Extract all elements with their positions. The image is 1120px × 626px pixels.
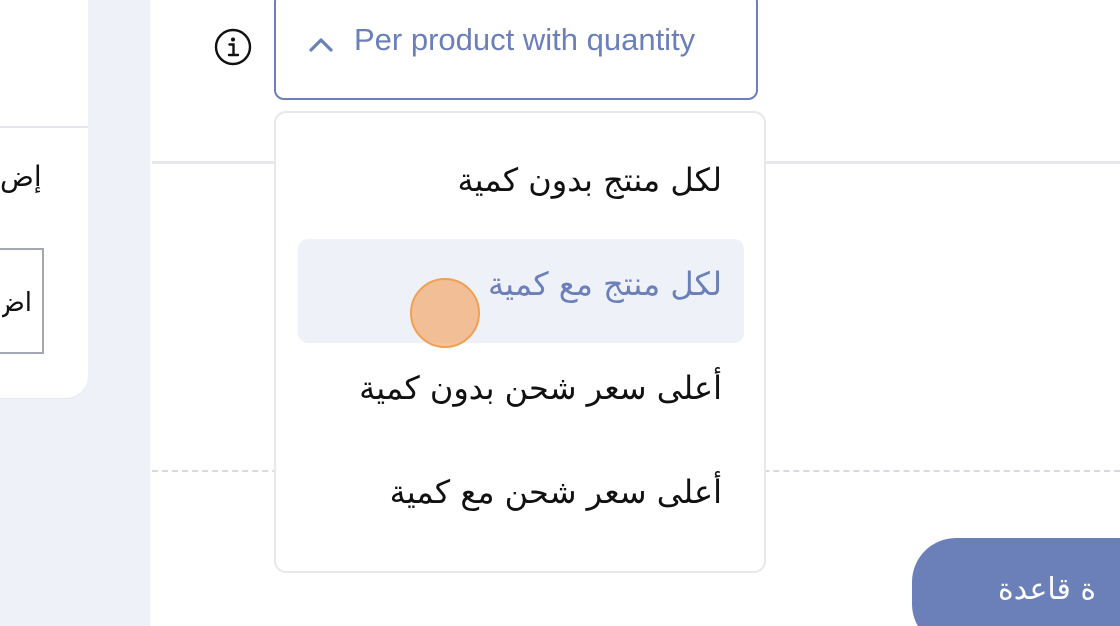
option-label: لكل منتج مع كمية	[488, 265, 722, 303]
add-rule-button[interactable]: ة قاعدة	[912, 538, 1120, 626]
left-settings-card: م إض اض	[0, 0, 88, 398]
option-label: أعلى سعر شحن بدون كمية	[359, 369, 722, 407]
field-label: إض	[0, 160, 42, 193]
option-label: لكل منتج بدون كمية	[457, 161, 722, 199]
dropdown-option-highest-rate-without-quantity[interactable]: أعلى سعر شحن بدون كمية	[298, 343, 744, 447]
shipping-type-select[interactable]: Per product with quantity	[274, 0, 758, 100]
dropdown-option-per-product-with-quantity[interactable]: لكل منتج مع كمية	[298, 239, 744, 343]
card-divider	[0, 126, 88, 128]
option-label: أعلى سعر شحن مع كمية	[389, 473, 722, 511]
chevron-up-icon	[309, 38, 333, 52]
add-rule-label: ة قاعدة	[998, 572, 1097, 607]
cursor-indicator	[410, 278, 480, 348]
page: م إض اض Per product with quantity لكل من…	[0, 0, 1120, 626]
info-icon[interactable]	[214, 28, 252, 66]
card-title: م	[0, 0, 24, 28]
shipping-type-dropdown: لكل منتج بدون كمية لكل منتج مع كمية أعلى…	[274, 111, 766, 573]
left-input-text: اض	[2, 288, 32, 318]
select-value: Per product with quantity	[354, 22, 696, 57]
dropdown-option-per-product-without-quantity[interactable]: لكل منتج بدون كمية	[298, 135, 744, 239]
dropdown-option-highest-rate-with-quantity[interactable]: أعلى سعر شحن مع كمية	[298, 447, 744, 551]
left-input-field[interactable]: اض	[0, 248, 44, 354]
